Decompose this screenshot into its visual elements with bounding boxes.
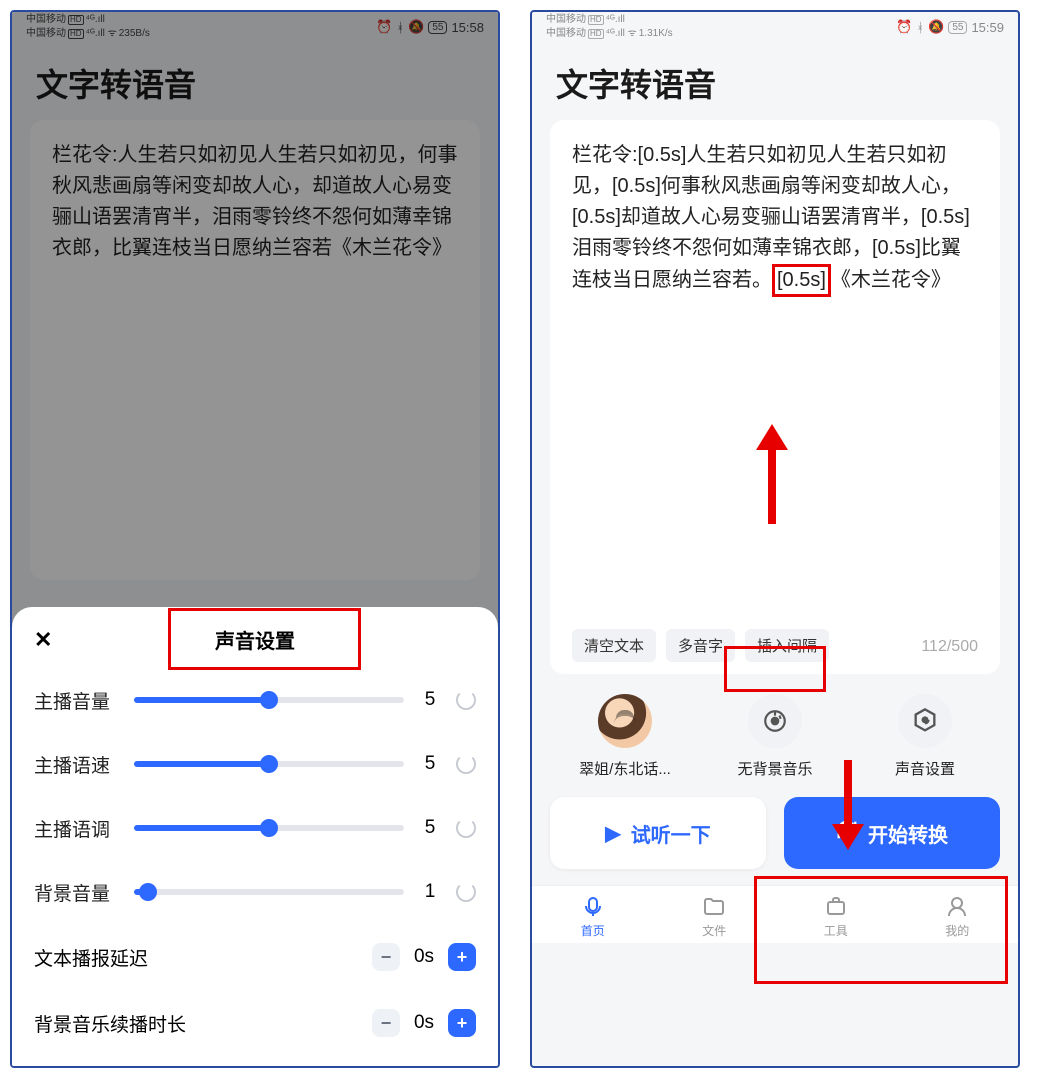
phone-right: 中国移动HD ⁴ᴳ.ıll 中国移动HD ⁴ᴳ.ıll ᯤ 1.31K/s ⏰ … (530, 10, 1020, 1068)
slider-thumb[interactable] (260, 819, 278, 837)
stepper-value: 0s (410, 1012, 438, 1034)
slider-value: 5 (418, 817, 442, 839)
decrement-button[interactable]: − (372, 943, 400, 971)
sound-settings-sheet: ✕ 声音设置 主播音量5主播语速5主播语调5背景音量1 文本播报延迟−0s+背景… (12, 607, 498, 1066)
music-icon (748, 694, 802, 748)
nav-files[interactable]: 文件 (701, 894, 727, 939)
nav-files-icon (701, 894, 727, 920)
stepper-label: 背景音乐续播时长 (34, 1010, 186, 1037)
avatar-icon (598, 694, 652, 748)
slider-thumb[interactable] (260, 755, 278, 773)
slider-label: 主播语速 (34, 751, 120, 778)
slider-label: 主播音量 (34, 687, 120, 714)
slider-row: 主播语速 5 (34, 732, 476, 796)
increment-button[interactable]: + (448, 1009, 476, 1037)
slider-row: 主播音量 5 (34, 668, 476, 732)
insert-pause-button[interactable]: 插入间隔 (745, 629, 829, 662)
close-icon[interactable]: ✕ (34, 627, 52, 653)
bottom-nav: 首页 文件 工具 我的 (532, 885, 1018, 943)
slider-thumb[interactable] (260, 691, 278, 709)
option-label: 无背景音乐 (737, 758, 812, 779)
text-input-card[interactable]: 栏花令:[0.5s]人生若只如初见人生若只如初见，[0.5s]何事秋风悲画扇等闲… (550, 120, 1000, 674)
phone-left: 中国移动HD ⁴ᴳ.ıll 中国移动HD ⁴ᴳ.ıll ᯤ 235B/s ⏰ ᚼ… (10, 10, 500, 1068)
slider-track[interactable] (134, 825, 404, 831)
slider-track[interactable] (134, 761, 404, 767)
nav-tools[interactable]: 工具 (823, 894, 849, 939)
nav-home[interactable]: 首页 (580, 894, 606, 939)
page-title: 文字转语音 (532, 42, 1018, 120)
convert-button[interactable]: 开始转换 (784, 797, 1000, 869)
settings-icon (898, 694, 952, 748)
slider-row: 背景音量 1 (34, 860, 476, 924)
slider-value: 1 (418, 881, 442, 903)
stepper-label: 文本播报延迟 (34, 944, 148, 971)
slider-value: 5 (418, 753, 442, 775)
stepper-row: 文本播报延迟 −0s + (34, 924, 476, 990)
nav-mine-icon (944, 894, 970, 920)
refresh-icon (836, 819, 858, 847)
decrement-button[interactable]: − (372, 1009, 400, 1037)
reset-icon[interactable] (456, 754, 476, 774)
nav-mine[interactable]: 我的 (944, 894, 970, 939)
slider-label: 主播语调 (34, 815, 120, 842)
slider-label: 背景音量 (34, 879, 120, 906)
option-label: 翠姐/东北话... (579, 758, 671, 779)
bluetooth-icon: ᚼ (916, 20, 924, 35)
char-count: 112/500 (921, 638, 978, 656)
alarm-icon: ⏰ (896, 19, 912, 35)
play-icon: ▶ (605, 821, 620, 846)
reset-icon[interactable] (456, 818, 476, 838)
stepper-row: 背景音乐续播时长 −0s + (34, 990, 476, 1056)
voice-option[interactable]: 翠姐/东北话... (565, 694, 685, 779)
nav-tools-icon (823, 894, 849, 920)
slider-track[interactable] (134, 889, 404, 895)
clock-text: 15:59 (971, 20, 1004, 35)
sheet-title: 声音设置 (215, 625, 295, 654)
slider-value: 5 (418, 689, 442, 711)
clear-text-button[interactable]: 清空文本 (572, 629, 656, 662)
increment-button[interactable]: + (448, 943, 476, 971)
bgm-option[interactable]: 无背景音乐 (715, 694, 835, 779)
option-label: 声音设置 (895, 758, 955, 779)
mute-icon: 🔕 (928, 19, 944, 35)
preview-button[interactable]: ▶ 试听一下 (550, 797, 766, 869)
status-bar-right: 中国移动HD ⁴ᴳ.ıll 中国移动HD ⁴ᴳ.ıll ᯤ 1.31K/s ⏰ … (532, 12, 1018, 42)
polyphone-button[interactable]: 多音字 (666, 629, 735, 662)
reset-icon[interactable] (456, 690, 476, 710)
battery-icon: 55 (948, 21, 967, 34)
slider-row: 主播语调 5 (34, 796, 476, 860)
annotation-highlight-token: [0.5s] (772, 264, 831, 297)
stepper-value: 0s (410, 946, 438, 968)
slider-track[interactable] (134, 697, 404, 703)
sound-settings-option[interactable]: 声音设置 (865, 694, 985, 779)
text-content: 栏花令:[0.5s]人生若只如初见人生若只如初见，[0.5s]何事秋风悲画扇等闲… (572, 140, 978, 297)
reset-icon[interactable] (456, 882, 476, 902)
nav-home-icon (580, 894, 606, 920)
slider-thumb[interactable] (139, 883, 157, 901)
